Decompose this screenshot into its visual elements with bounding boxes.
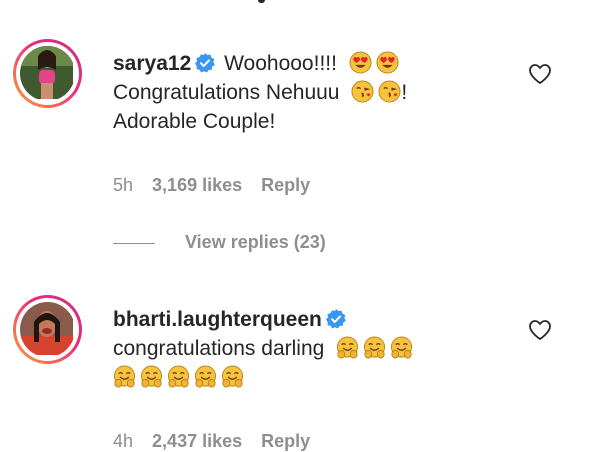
avatar-story-ring[interactable] [13, 295, 82, 364]
hug-face-emoji-icon [221, 365, 244, 388]
comment-text: bharti.laughterqueen congratulations dar… [113, 305, 513, 392]
hug-face-emoji-icon [113, 365, 136, 388]
comment-text: sarya12 Woohooo!!!! Congratulations Nehu… [113, 49, 513, 136]
likes-count[interactable]: 3,169 likes [152, 175, 242, 195]
remnant-glyph [258, 0, 265, 3]
heart-eyes-emoji-icon [376, 51, 399, 74]
likes-count[interactable]: 2,437 likes [152, 431, 242, 451]
hug-face-emoji-icon [364, 336, 386, 359]
kiss-face-emoji-icon [378, 80, 401, 103]
comment-line-2: Congratulations Nehuuu [113, 81, 340, 104]
avatar-story-ring[interactable] [13, 39, 82, 108]
view-replies-label: View replies (23) [185, 232, 326, 252]
hug-face-emoji-icon [337, 336, 359, 359]
timestamp[interactable]: 4h [113, 431, 133, 451]
like-heart-icon[interactable] [528, 63, 552, 85]
verified-badge-icon [325, 309, 346, 329]
previous-row-remnant [0, 0, 600, 8]
comment-line-3: Adorable Couple! [113, 110, 276, 133]
comment-line-1: congratulations darling [113, 337, 325, 360]
hug-face-emoji-icon [391, 336, 413, 359]
timestamp[interactable]: 5h [113, 175, 133, 195]
replies-divider-line [113, 242, 155, 244]
like-heart-icon[interactable] [528, 319, 552, 341]
hug-face-emoji-icon [140, 365, 163, 388]
username[interactable]: bharti.laughterqueen [113, 308, 322, 331]
kiss-face-emoji-icon [351, 80, 374, 103]
username[interactable]: sarya12 [113, 52, 191, 75]
comment-line-1: Woohooo!!!! [224, 52, 337, 75]
view-replies-button[interactable]: View replies (23) [113, 232, 326, 253]
hug-face-emoji-icon [167, 365, 190, 388]
comment-meta: 4h 2,437 likes Reply [113, 431, 324, 452]
comment-line-2-suffix: ! [401, 81, 408, 104]
hug-face-emoji-icon [194, 365, 217, 388]
heart-eyes-emoji-icon [349, 51, 372, 74]
emoji-row [113, 365, 248, 389]
avatar [20, 302, 75, 357]
reply-button[interactable]: Reply [261, 431, 310, 451]
reply-button[interactable]: Reply [261, 175, 310, 195]
comment-meta: 5h 3,169 likes Reply [113, 175, 324, 196]
emoji-row [336, 336, 417, 360]
avatar [20, 46, 75, 101]
verified-badge-icon [195, 53, 216, 73]
